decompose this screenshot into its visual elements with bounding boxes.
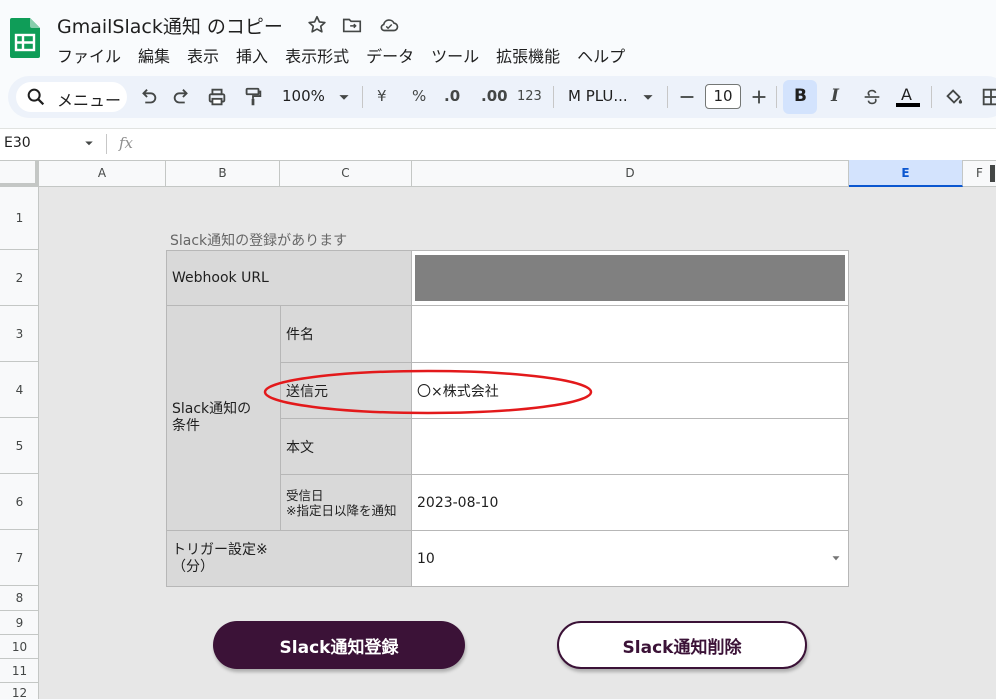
row-header-8[interactable]: 8 bbox=[0, 586, 39, 611]
menu-data[interactable]: データ bbox=[366, 43, 414, 67]
column-header-a[interactable]: A bbox=[39, 160, 166, 187]
slack-condition-label[interactable]: Slack通知の 条件 bbox=[166, 305, 281, 531]
paint-format-icon[interactable] bbox=[242, 86, 264, 108]
document-title[interactable]: GmailSlack通知 のコピー bbox=[57, 12, 283, 39]
percent-format-button[interactable]: % bbox=[412, 87, 426, 105]
dropdown-arrow-icon[interactable] bbox=[829, 551, 843, 565]
menu-format[interactable]: 表示形式 bbox=[285, 43, 349, 67]
italic-button[interactable]: I bbox=[831, 86, 839, 106]
sheets-logo[interactable] bbox=[10, 18, 40, 58]
row-header-11[interactable]: 11 bbox=[0, 659, 39, 683]
text-color-swatch bbox=[896, 103, 920, 107]
chevron-down-icon[interactable] bbox=[637, 86, 659, 108]
column-header-d[interactable]: D bbox=[412, 160, 849, 187]
strikethrough-icon[interactable] bbox=[861, 86, 883, 108]
toolbar-divider bbox=[553, 86, 554, 108]
subject-label[interactable]: 件名 bbox=[280, 305, 412, 363]
column-header-b[interactable]: B bbox=[166, 160, 280, 187]
row-header-4[interactable]: 4 bbox=[0, 362, 39, 418]
delete-slack-button[interactable]: Slack通知削除 bbox=[557, 621, 807, 669]
redo-icon[interactable] bbox=[171, 86, 193, 108]
toolbar-divider bbox=[776, 86, 777, 108]
zoom-select[interactable]: 100% bbox=[282, 87, 325, 105]
menu-help[interactable]: ヘルプ bbox=[577, 43, 625, 67]
row-header-10[interactable]: 10 bbox=[0, 635, 39, 659]
currency-format-button[interactable]: ¥ bbox=[377, 87, 387, 105]
menu-edit[interactable]: 編集 bbox=[138, 43, 170, 67]
toolbar-divider bbox=[931, 86, 932, 108]
row-header-6[interactable]: 6 bbox=[0, 474, 39, 530]
borders-icon[interactable] bbox=[980, 86, 996, 108]
register-slack-button[interactable]: Slack通知登録 bbox=[213, 621, 465, 669]
fill-color-icon[interactable] bbox=[943, 86, 965, 108]
star-icon[interactable] bbox=[306, 14, 328, 36]
formula-divider bbox=[106, 134, 107, 154]
search-icon bbox=[27, 88, 45, 106]
bold-label: B bbox=[794, 86, 807, 106]
row-header-3[interactable]: 3 bbox=[0, 306, 39, 362]
webhook-url-redacted bbox=[415, 255, 845, 301]
chevron-down-icon[interactable] bbox=[80, 134, 98, 152]
formula-input[interactable] bbox=[144, 131, 994, 157]
toolbar-divider bbox=[667, 86, 668, 108]
move-folder-icon[interactable] bbox=[341, 14, 363, 36]
font-family-select[interactable]: M PLU... bbox=[568, 87, 628, 105]
received-date-label[interactable]: 受信日 ※指定日以降を通知 bbox=[280, 474, 412, 531]
decrease-font-size-icon[interactable] bbox=[676, 86, 698, 108]
body-input[interactable] bbox=[411, 418, 849, 475]
menu-file[interactable]: ファイル bbox=[57, 43, 121, 67]
menu-tools[interactable]: ツール bbox=[431, 43, 479, 67]
row-header-12[interactable]: 12 bbox=[0, 683, 39, 700]
cloud-saved-icon[interactable] bbox=[378, 14, 400, 36]
decrease-decimal-button[interactable]: .0 bbox=[444, 87, 460, 105]
print-icon[interactable] bbox=[206, 86, 228, 108]
column-header-e[interactable]: E bbox=[849, 160, 963, 187]
toolbar-divider bbox=[362, 86, 363, 108]
trigger-setting-label[interactable]: トリガー設定※ （分） bbox=[166, 530, 412, 587]
undo-icon[interactable] bbox=[137, 86, 159, 108]
menu-search-label[interactable]: メニュー bbox=[57, 87, 121, 111]
subject-input[interactable] bbox=[411, 305, 849, 363]
highlight-ellipse bbox=[263, 369, 593, 415]
menu-extensions[interactable]: 拡張機能 bbox=[496, 43, 560, 67]
text-color-button[interactable]: A bbox=[901, 85, 912, 104]
menu-view[interactable]: 表示 bbox=[187, 43, 219, 67]
trigger-setting-dropdown[interactable]: 10 bbox=[411, 530, 849, 587]
body-label[interactable]: 本文 bbox=[280, 418, 412, 475]
number-format-button[interactable]: 123 bbox=[517, 89, 542, 104]
form-caption: Slack通知の登録があります bbox=[170, 233, 348, 249]
menu-bar: ファイル 編集 表示 挿入 表示形式 データ ツール 拡張機能 ヘルプ bbox=[57, 43, 642, 67]
increase-decimal-button[interactable]: .00 bbox=[481, 87, 508, 105]
menu-insert[interactable]: 挿入 bbox=[236, 43, 268, 67]
webhook-url-label[interactable]: Webhook URL bbox=[166, 250, 412, 306]
font-size-input[interactable]: 10 bbox=[705, 84, 741, 109]
column-scroll-marker bbox=[990, 165, 995, 182]
row-header-2[interactable]: 2 bbox=[0, 250, 39, 306]
increase-font-size-icon[interactable] bbox=[748, 86, 770, 108]
row-header-7[interactable]: 7 bbox=[0, 530, 39, 586]
webhook-url-cell[interactable] bbox=[411, 250, 849, 306]
received-date-input[interactable]: 2023-08-10 bbox=[411, 474, 849, 531]
row-header-9[interactable]: 9 bbox=[0, 611, 39, 635]
select-all-corner[interactable] bbox=[0, 160, 39, 187]
chevron-down-icon[interactable] bbox=[333, 86, 355, 108]
row-header-1[interactable]: 1 bbox=[0, 187, 39, 250]
name-box[interactable]: E30 bbox=[4, 135, 31, 151]
function-icon: fx bbox=[119, 134, 134, 152]
row-header-5[interactable]: 5 bbox=[0, 418, 39, 474]
column-header-c[interactable]: C bbox=[280, 160, 412, 187]
